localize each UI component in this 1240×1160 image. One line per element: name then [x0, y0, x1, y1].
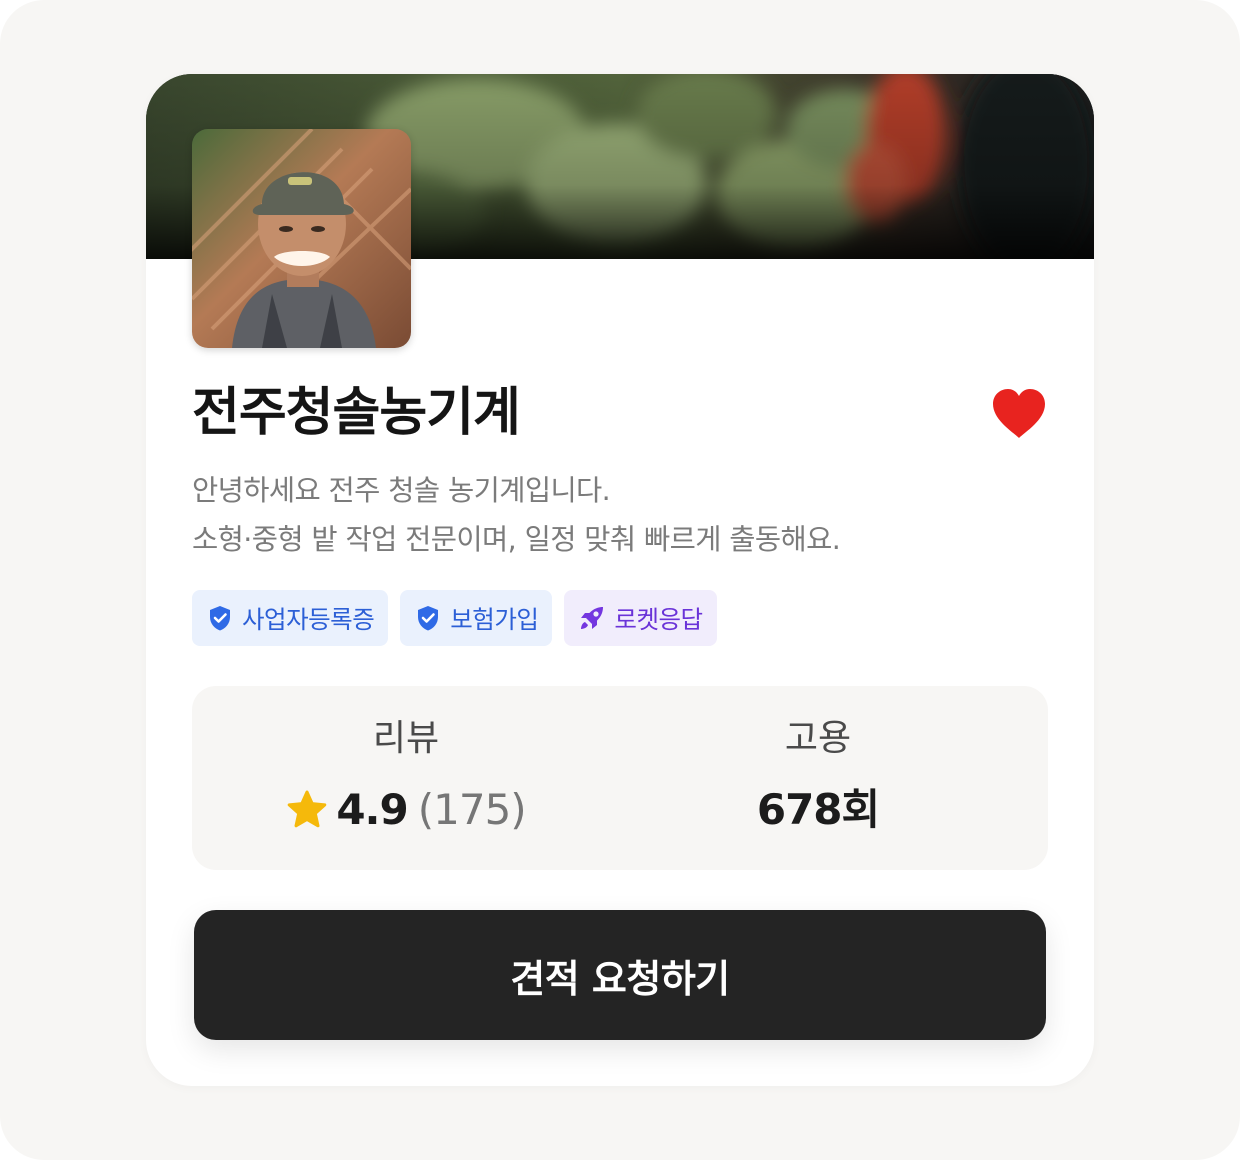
profile-photo [192, 129, 411, 348]
stats-panel: 리뷰 4.9 (175) 고용 678회 [192, 686, 1048, 870]
badge-business-registration: 사업자등록증 [192, 590, 389, 646]
shield-check-icon [206, 604, 234, 632]
page-background: 전주청솔농기계 안녕하세요 전주 청솔 농기계입니다. 소형·중형 밭 작업 전… [0, 0, 1240, 1160]
hire-count: 678회 [756, 785, 880, 834]
badge-label: 사업자등록증 [242, 604, 375, 634]
shield-check-icon [414, 604, 442, 632]
review-label: 리뷰 [372, 718, 440, 759]
rating-value: 4.9 [336, 785, 408, 834]
badge-rocket-response: 로켓응답 [564, 590, 717, 646]
favorite-heart-icon[interactable] [991, 388, 1047, 440]
hire-label: 고용 [784, 718, 852, 759]
review-count: (175) [417, 785, 527, 834]
rocket-icon [578, 604, 606, 632]
provider-card: 전주청솔농기계 안녕하세요 전주 청솔 농기계입니다. 소형·중형 밭 작업 전… [146, 74, 1094, 1086]
badge-list: 사업자등록증 보험가입 로켓응답 [192, 590, 717, 646]
badge-label: 보험가입 [450, 604, 539, 634]
description-line: 안녕하세요 전주 청솔 농기계입니다. [192, 474, 611, 507]
provider-name: 전주청솔농기계 [192, 383, 521, 443]
description-line: 소형·중형 밭 작업 전문이며, 일정 맞춰 빠르게 출동해요. [192, 523, 841, 556]
review-value: 4.9 (175) [192, 782, 620, 838]
request-quote-button[interactable]: 견적 요청하기 [194, 910, 1046, 1040]
badge-insurance: 보험가입 [400, 590, 553, 646]
hire-stat: 고용 678회 [604, 686, 1032, 870]
badge-label: 로켓응답 [614, 604, 703, 634]
review-stat[interactable]: 리뷰 4.9 (175) [192, 686, 620, 870]
star-icon [286, 789, 328, 831]
provider-description: 안녕하세요 전주 청솔 농기계입니다. 소형·중형 밭 작업 전문이며, 일정 … [192, 466, 1052, 564]
